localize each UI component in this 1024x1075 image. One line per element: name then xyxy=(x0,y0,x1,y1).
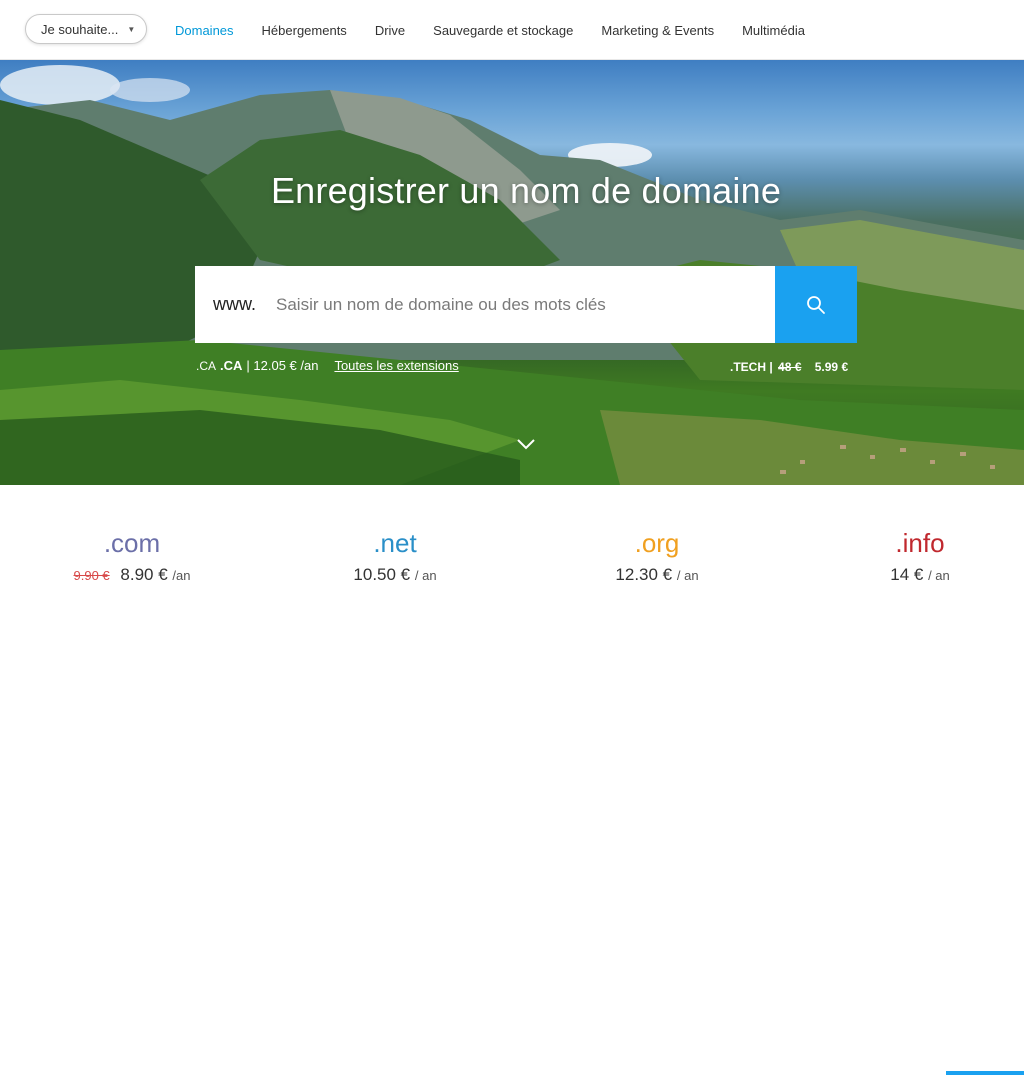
main-nav: Domaines Hébergements Drive Sauvegarde e… xyxy=(175,0,833,60)
nav-item-drive[interactable]: Drive xyxy=(375,23,405,38)
ca-extension-promo: .CA .CA | 12.05 € /an Toutes les extensi… xyxy=(196,358,459,373)
wish-dropdown-button[interactable]: Je souhaite... ▼ xyxy=(25,14,147,44)
tld-card-net[interactable]: .net 10.50 € / an xyxy=(343,528,447,585)
tld-name: .org xyxy=(634,528,680,558)
tld-current-price: 8.90 € xyxy=(120,565,168,584)
search-prefix: www. xyxy=(213,294,257,314)
tld-price: 12.30 € / an xyxy=(605,565,709,585)
all-extensions-link[interactable]: Toutes les extensions xyxy=(334,358,458,373)
nav-item-multimedia[interactable]: Multimédia xyxy=(742,23,805,38)
tld-card-info[interactable]: .info 14 € / an xyxy=(870,528,970,585)
tld-per: / an xyxy=(676,568,699,583)
ca-broken-image: .CA xyxy=(196,358,217,373)
tld-name: .net xyxy=(373,528,417,558)
tld-price: 9.90 € 8.90 € /an xyxy=(70,565,194,585)
tld-price: 10.50 € / an xyxy=(343,565,447,585)
nav-item-domaines[interactable]: Domaines xyxy=(175,23,234,38)
tld-old-price: 9.90 € xyxy=(73,568,110,583)
hero-banner: Enregistrer un nom de domaine www. .CA .… xyxy=(0,60,1024,485)
hero-title: Enregistrer un nom de domaine xyxy=(270,170,782,211)
ca-tld: .CA xyxy=(220,358,243,373)
tld-card-org[interactable]: .org 12.30 € / an xyxy=(605,528,709,585)
nav-item-hebergements[interactable]: Hébergements xyxy=(262,23,347,38)
nav-item-sauvegarde[interactable]: Sauvegarde et stockage xyxy=(433,23,573,38)
tld-name: .info xyxy=(895,528,945,558)
tld-per: / an xyxy=(414,568,437,583)
tech-tld: .TECH | xyxy=(730,360,773,374)
bottom-accent-bar xyxy=(946,1071,1024,1075)
tld-current-price: 10.50 € xyxy=(353,565,411,584)
tld-per: / an xyxy=(928,568,950,583)
wish-dropdown-label: Je souhaite... xyxy=(41,21,119,37)
tech-old-price: 48 € xyxy=(778,360,802,374)
top-navigation: Je souhaite... ▼ Domaines Hébergements D… xyxy=(0,0,1024,60)
tech-new-price: 5.99 € xyxy=(814,360,849,374)
nav-item-marketing[interactable]: Marketing & Events xyxy=(601,23,714,38)
tech-extension-promo[interactable]: .TECH | 48 € 5.99 € xyxy=(730,360,848,374)
ca-price: | 12.05 € /an xyxy=(246,358,319,373)
search-button[interactable] xyxy=(775,266,857,343)
domain-search-box: www. xyxy=(195,266,775,343)
tld-current-price: 14 € xyxy=(890,565,924,584)
tld-per: /an xyxy=(172,568,191,583)
caret-down-icon: ▼ xyxy=(127,24,136,34)
tld-price-row: .com 9.90 € 8.90 € /an .net 10.50 € / an… xyxy=(0,485,1024,1075)
domain-search-input[interactable] xyxy=(276,294,757,315)
tld-card-com[interactable]: .com 9.90 € 8.90 € /an xyxy=(70,528,194,585)
tld-current-price: 12.30 € xyxy=(615,565,673,584)
chevron-down-icon[interactable] xyxy=(516,438,536,450)
tld-name: .com xyxy=(103,528,161,558)
tld-price: 14 € / an xyxy=(870,565,970,585)
search-icon xyxy=(807,295,825,314)
